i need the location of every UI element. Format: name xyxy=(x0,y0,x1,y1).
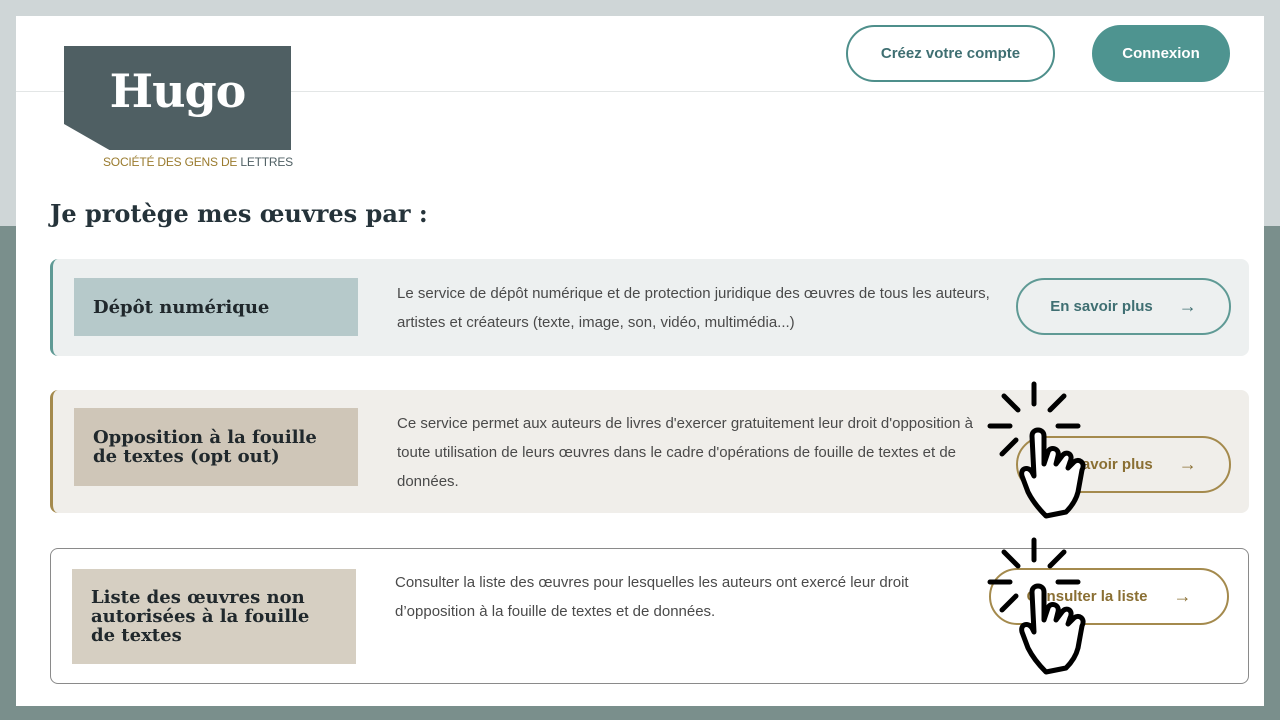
card-description: Le service de dépôt numérique et de prot… xyxy=(397,285,990,331)
card-title: Liste des œuvres non autorisées à la fou… xyxy=(72,569,356,664)
logo-name: Hugo xyxy=(109,64,247,118)
section-title: Je protège mes œuvres par : xyxy=(50,199,428,228)
card-description: Consulter la liste des œuvres pour lesqu… xyxy=(395,574,909,620)
logo-tagline: SOCIÉTÉ DES GENS DE LETTRES xyxy=(103,155,293,169)
learn-more-label: En savoir plus xyxy=(1050,298,1153,315)
view-list-button[interactable]: Consulter la liste → xyxy=(989,568,1229,625)
logo-tagline-part1: SOCIÉTÉ DES GENS DE xyxy=(103,155,241,169)
view-list-label: Consulter la liste xyxy=(1026,588,1148,605)
card-liste-oeuvres: Liste des œuvres non autorisées à la fou… xyxy=(50,548,1249,684)
logo[interactable]: Hugo xyxy=(64,46,291,150)
card-description: Ce service permet aux auteurs de livres … xyxy=(397,415,974,490)
arrow-right-icon: → xyxy=(1178,296,1197,316)
card-title: Opposition à la fouille de textes (opt o… xyxy=(74,408,358,486)
logo-tagline-part2: LETTRES xyxy=(240,155,293,169)
arrow-right-icon: → xyxy=(1173,586,1192,606)
create-account-button[interactable]: Créez votre compte xyxy=(846,25,1055,82)
arrow-right-icon: → xyxy=(1178,454,1197,474)
card-depot-numerique: Dépôt numérique Le service de dépôt numé… xyxy=(50,259,1249,356)
learn-more-label: En savoir plus xyxy=(1050,456,1153,473)
card-opt-out: Opposition à la fouille de textes (opt o… xyxy=(50,390,1249,513)
page: Hugo SOCIÉTÉ DES GENS DE LETTRES Créez v… xyxy=(16,16,1264,706)
learn-more-button[interactable]: En savoir plus → xyxy=(1016,278,1231,335)
card-title: Dépôt numérique xyxy=(74,278,358,336)
learn-more-button[interactable]: En savoir plus → xyxy=(1016,436,1231,493)
login-button[interactable]: Connexion xyxy=(1092,25,1230,82)
